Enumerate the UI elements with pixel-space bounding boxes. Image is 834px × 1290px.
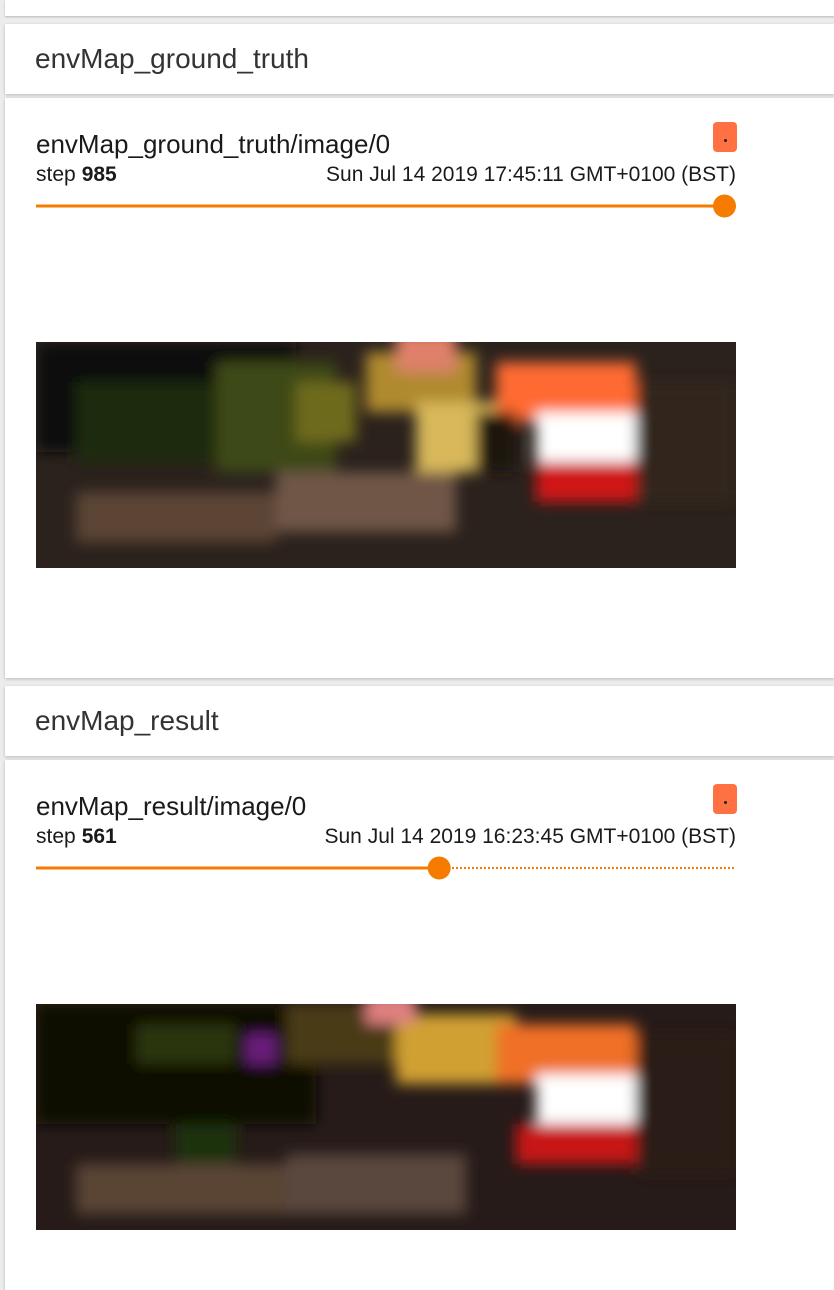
step-value: 561	[81, 825, 117, 848]
section-header[interactable]: envMap_result	[5, 686, 834, 756]
card-menu-button[interactable]	[713, 784, 737, 814]
pixelated-environment-map-icon	[36, 342, 736, 568]
slider-graphic	[36, 856, 736, 880]
pixelated-environment-map-icon	[36, 1004, 736, 1230]
card-menu-button[interactable]	[713, 122, 737, 152]
step-slider[interactable]	[36, 193, 736, 219]
previous-card-bottom	[5, 0, 834, 16]
dot-icon	[724, 801, 727, 804]
step-label-text: step	[36, 825, 76, 848]
slider-graphic	[36, 194, 736, 218]
step-label: step 985	[36, 162, 117, 188]
section-header[interactable]: envMap_ground_truth	[5, 24, 834, 94]
card-title: envMap_ground_truth/image/0	[36, 129, 391, 159]
step-label-text: step	[36, 163, 76, 186]
step-label: step 561	[36, 824, 117, 850]
step-row: step 985 Sun Jul 14 2019 17:45:11 GMT+010…	[36, 162, 736, 188]
image-card: envMap_result/image/0 step 561 Sun Jul 14…	[5, 760, 834, 1290]
timestamp: Sun Jul 14 2019 16:23:45 GMT+0100 (BST)	[324, 825, 737, 848]
step-slider[interactable]	[36, 855, 736, 881]
slider-knob[interactable]	[427, 856, 451, 880]
dot-icon	[724, 139, 727, 142]
card-title: envMap_result/image/0	[36, 791, 307, 821]
environment-map-image	[36, 1004, 736, 1230]
slider-knob[interactable]	[713, 194, 736, 218]
step-row: step 561 Sun Jul 14 2019 16:23:45 GMT+010…	[36, 824, 736, 850]
image-card: envMap_ground_truth/image/0 step 985 Sun …	[5, 98, 834, 678]
environment-map-image	[36, 342, 736, 568]
step-value: 985	[81, 163, 117, 186]
timestamp: Sun Jul 14 2019 17:45:11 GMT+0100 (BST)	[326, 163, 736, 186]
